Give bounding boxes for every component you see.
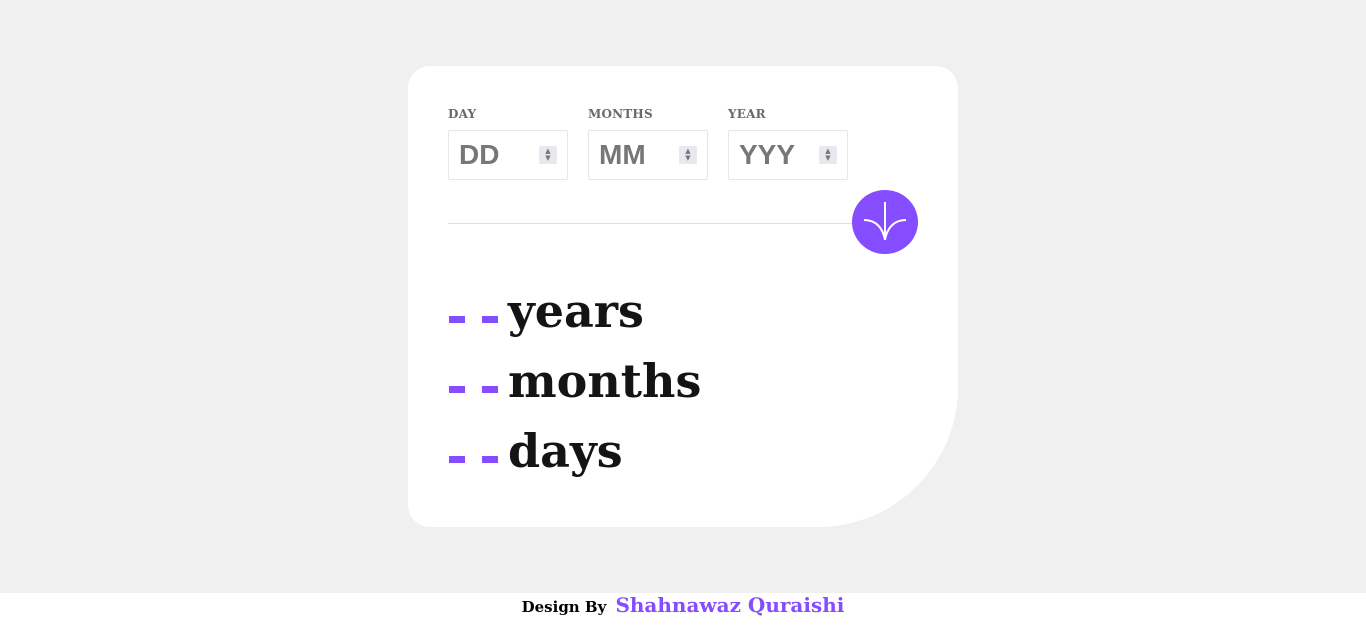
day-field: DAY ▲ ▼ bbox=[448, 106, 568, 180]
day-spinner[interactable]: ▲ ▼ bbox=[539, 146, 557, 164]
months-unit: months bbox=[508, 354, 702, 408]
year-input-box: ▲ ▼ bbox=[728, 130, 848, 180]
year-input[interactable] bbox=[739, 137, 819, 173]
spinner-down-icon[interactable]: ▼ bbox=[545, 155, 550, 162]
month-spinner[interactable]: ▲ ▼ bbox=[679, 146, 697, 164]
day-label: DAY bbox=[448, 107, 477, 121]
spinner-down-icon[interactable]: ▼ bbox=[685, 155, 690, 162]
arrow-down-icon bbox=[863, 202, 907, 241]
month-label: MONTHS bbox=[588, 107, 653, 121]
author-link[interactable]: Shahnawaz Quraishi bbox=[615, 593, 844, 617]
spinner-down-icon[interactable]: ▼ bbox=[825, 155, 830, 162]
footer: Design By Shahnawaz Quraishi bbox=[0, 593, 1366, 643]
month-input[interactable] bbox=[599, 137, 679, 173]
attribution: Design By Shahnawaz Quraishi bbox=[0, 593, 1366, 619]
day-input[interactable] bbox=[459, 137, 539, 173]
year-label: YEAR bbox=[728, 107, 766, 121]
year-spinner[interactable]: ▲ ▼ bbox=[819, 146, 837, 164]
credit-prefix: Design By bbox=[521, 598, 607, 616]
month-input-box: ▲ ▼ bbox=[588, 130, 708, 180]
years-unit: years bbox=[508, 284, 644, 338]
day-input-box: ▲ ▼ bbox=[448, 130, 568, 180]
years-value bbox=[448, 280, 508, 350]
days-value bbox=[448, 420, 508, 490]
age-calculator-card: DAY ▲ ▼ MONTHS ▲ ▼ YEAR ▲ ▼ bbox=[408, 66, 958, 527]
divider bbox=[448, 223, 868, 224]
month-field: MONTHS ▲ ▼ bbox=[588, 106, 708, 180]
days-unit: days bbox=[508, 424, 623, 478]
submit-button[interactable] bbox=[852, 190, 918, 254]
year-field: YEAR ▲ ▼ bbox=[728, 106, 848, 180]
months-value bbox=[448, 350, 508, 420]
